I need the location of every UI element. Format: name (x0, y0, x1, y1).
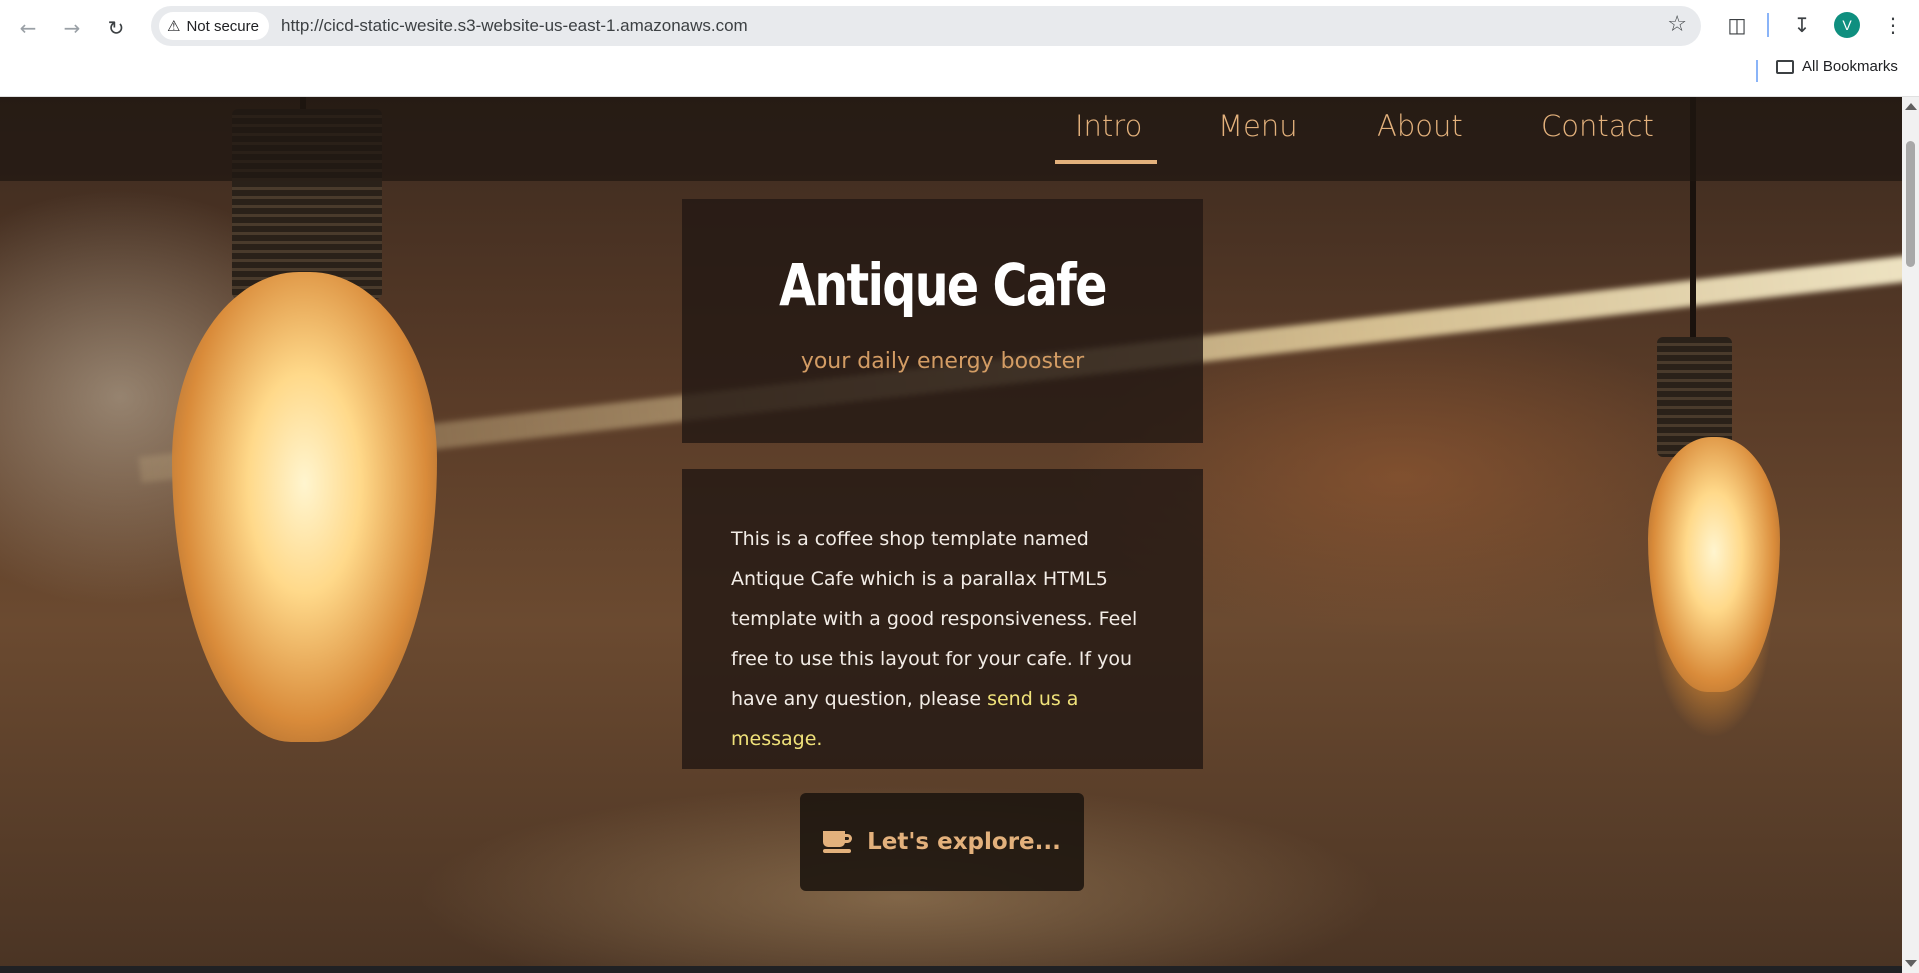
explore-button[interactable]: Let's explore... (800, 793, 1084, 891)
scrollbar[interactable] (1902, 97, 1919, 973)
intro-panel: This is a coffee shop template named Ant… (682, 469, 1203, 769)
page-title: Antique Cafe (779, 251, 1107, 319)
kebab-menu-icon[interactable]: ⋮ (1878, 10, 1908, 40)
url-text[interactable]: http://cicd-static-wesite.s3-website-us-… (281, 16, 748, 36)
nav-about[interactable]: About (1377, 109, 1463, 143)
all-bookmarks-button[interactable]: All Bookmarks (1776, 58, 1898, 75)
back-arrow-icon[interactable]: ← (12, 12, 44, 44)
hero-section: Intro Menu About Contact Antique Cafe yo… (0, 97, 1902, 973)
nav-menu[interactable]: Menu (1218, 109, 1298, 143)
warning-icon: ⚠ (167, 17, 181, 35)
scroll-up-icon[interactable] (1905, 103, 1917, 110)
bottom-edge (0, 966, 1902, 973)
toolbar-separator (1767, 13, 1769, 37)
security-chip[interactable]: ⚠ Not secure (159, 12, 269, 40)
star-icon[interactable]: ☆ (1667, 12, 1687, 37)
explore-label: Let's explore... (867, 829, 1061, 855)
scroll-thumb[interactable] (1906, 141, 1915, 267)
intro-paragraph: This is a coffee shop template named Ant… (731, 528, 1138, 710)
scroll-down-icon[interactable] (1905, 960, 1917, 967)
intro-text: This is a coffee shop template named Ant… (731, 519, 1161, 759)
extensions-icon[interactable]: ◫ (1722, 10, 1752, 40)
folder-icon (1776, 59, 1794, 74)
title-panel: Antique Cafe your daily energy booster (682, 199, 1203, 443)
download-icon[interactable]: ↧ (1787, 10, 1817, 40)
nav-intro[interactable]: Intro (1075, 109, 1142, 143)
address-bar[interactable]: ⚠ Not secure http://cicd-static-wesite.s… (151, 6, 1701, 46)
nav-contact[interactable]: Contact (1541, 109, 1654, 143)
nav-active-indicator (1055, 160, 1157, 164)
forward-arrow-icon[interactable]: → (56, 12, 88, 44)
security-label: Not secure (186, 17, 259, 35)
browser-toolbar: ← → ↻ ⚠ Not secure http://cicd-static-we… (0, 0, 1919, 97)
bookmark-separator (1756, 60, 1758, 82)
bookmarks-label: All Bookmarks (1802, 58, 1898, 75)
left-light-bulb (172, 272, 437, 742)
reload-icon[interactable]: ↻ (100, 12, 132, 44)
coffee-cup-icon (823, 831, 853, 853)
tagline: your daily energy booster (800, 349, 1085, 374)
right-light-bulb (1648, 437, 1780, 692)
avatar[interactable]: V (1834, 12, 1860, 38)
site-navbar: Intro Menu About Contact (0, 97, 1902, 181)
